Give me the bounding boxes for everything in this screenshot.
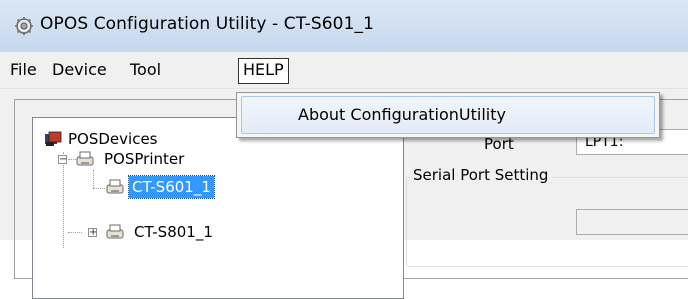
tree-item-posdevices[interactable]: POSDevices: [43, 128, 243, 150]
tree-item-ct-s601[interactable]: CT-S601_1: [105, 175, 305, 199]
tree-line: [93, 170, 94, 188]
devices-icon: [45, 131, 62, 146]
menu-item-about[interactable]: About ConfigurationUtility: [241, 96, 655, 134]
tree-line: [93, 188, 105, 189]
printer-icon: [76, 151, 94, 166]
gear-app-icon: [15, 17, 33, 35]
tree-line: [68, 232, 82, 233]
menu-tool[interactable]: Tool: [126, 58, 165, 82]
menu-device[interactable]: Device: [48, 58, 111, 82]
tree-line: [63, 152, 64, 248]
tree-label-root: POSDevices: [68, 130, 158, 148]
tree-item-posprinter[interactable]: POSPrinter: [75, 148, 275, 170]
title-bar: OPOS Configuration Utility - CT-S601_1: [0, 0, 688, 52]
menu-bar: File Device Tool HELP: [0, 52, 688, 89]
tree-label-category: POSPrinter: [104, 150, 185, 168]
menu-file[interactable]: File: [6, 58, 41, 82]
serial-port-group-title: Serial Port Setting: [410, 166, 552, 184]
collapse-expander[interactable]: −: [58, 155, 67, 165]
device-tree[interactable]: POSDevices − POSPrinter CT-S601_1 + CT-S…: [32, 117, 404, 299]
menu-item-about-label: About ConfigurationUtility: [298, 105, 506, 124]
serial-port-field[interactable]: [576, 209, 688, 235]
tree-label-selected: CT-S601_1: [128, 175, 215, 199]
printer-icon: [106, 224, 124, 239]
window-title: OPOS Configuration Utility - CT-S601_1: [40, 14, 375, 34]
expand-expander[interactable]: +: [88, 228, 97, 238]
printer-icon: [106, 179, 124, 194]
menu-help[interactable]: HELP: [238, 58, 289, 84]
help-dropdown-menu: About ConfigurationUtility: [236, 92, 660, 138]
